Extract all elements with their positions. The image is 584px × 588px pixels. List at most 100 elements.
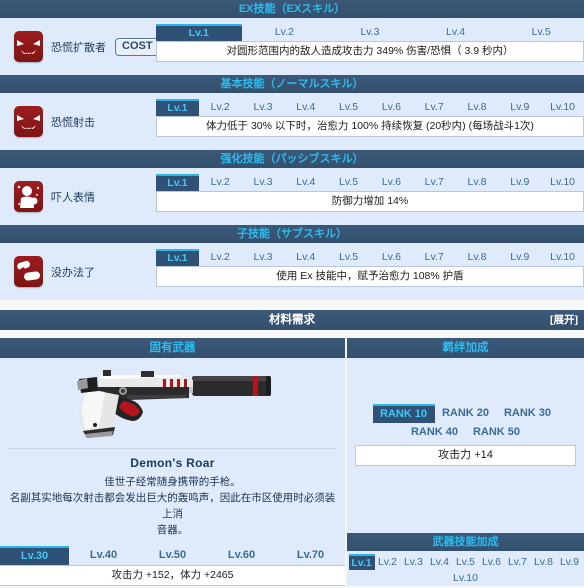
scary-face-girl-icon bbox=[17, 185, 40, 208]
weapon-divider bbox=[8, 448, 337, 449]
rank-tabs[interactable]: RANK 10 RANK 20 RANK 30 RANK 40 RANK 50 bbox=[347, 404, 584, 442]
weapon-level-tab[interactable]: Lv.60 bbox=[207, 546, 276, 565]
skill-level-tab[interactable]: Lv.1 bbox=[156, 174, 199, 191]
skill-level-tab[interactable]: Lv.6 bbox=[370, 249, 413, 266]
weapon-level-tabs[interactable]: Lv.30 Lv.40 Lv.50 Lv.60 Lv.70 bbox=[0, 546, 345, 565]
skill-level-tab[interactable]: Lv.7 bbox=[413, 174, 456, 191]
unique-weapon-body: Demon's Roar 佳世子经常随身携带的手枪。 名副其实地每次射击都会发出… bbox=[0, 358, 345, 586]
skill-level-block: Lv.1 Lv.2 Lv.3 Lv.4 Lv.5 Lv.6 Lv.7 Lv.8 Lv.9 Lv.1… bbox=[156, 99, 584, 137]
skill-level-tab[interactable]: Lv.5 bbox=[327, 249, 370, 266]
skill-level-tab[interactable]: Lv.9 bbox=[498, 249, 541, 266]
rank-section: RANK 10 RANK 20 RANK 30 RANK 40 RANK 50 攻击力 … bbox=[347, 358, 584, 466]
weapon-description-line-2: 名副其实地每次射击都会发出巨大的轰鸣声，因此在市区使用时必须装上消 bbox=[9, 492, 336, 520]
skill-row: 没办法了 Lv.1 Lv.2 Lv.3 Lv.4 Lv.5 Lv.6 Lv.7 Lv.8 Lv.9… bbox=[0, 243, 584, 300]
material-requirement-bar: 材料需求 [展开] bbox=[0, 310, 584, 330]
weapon-skill-level-tab[interactable]: Lv.9 bbox=[557, 554, 583, 570]
skill-level-tab[interactable]: Lv.10 bbox=[541, 249, 584, 266]
skill-level-tab[interactable]: Lv.1 bbox=[156, 24, 242, 41]
skill-level-tab[interactable]: Lv.5 bbox=[327, 174, 370, 191]
rank-tab[interactable]: RANK 20 bbox=[435, 404, 497, 423]
skill-level-tab[interactable]: Lv.9 bbox=[498, 99, 541, 116]
weapon-skill-level-tabs[interactable]: Lv.1 Lv.2 Lv.3 Lv.4 Lv.5 Lv.6 Lv.7 Lv.8 Lv.9 Lv.1… bbox=[347, 551, 584, 586]
skill-level-tab[interactable]: Lv.8 bbox=[456, 249, 499, 266]
skill-level-tab[interactable]: Lv.8 bbox=[456, 99, 499, 116]
skill-level-tab[interactable]: Lv.8 bbox=[456, 174, 499, 191]
skill-level-tab[interactable]: Lv.4 bbox=[413, 24, 499, 41]
skill-level-tab[interactable]: Lv.2 bbox=[199, 99, 242, 116]
skill-level-tab[interactable]: Lv.6 bbox=[370, 174, 413, 191]
weapon-level-tab[interactable]: Lv.40 bbox=[69, 546, 138, 565]
skill-name: 恐慌射击 bbox=[51, 116, 95, 129]
weapon-skill-level-tab[interactable]: Lv.7 bbox=[505, 554, 531, 570]
skill-row: 恐慌射击 Lv.1 Lv.2 Lv.3 Lv.4 Lv.5 Lv.6 Lv.7 Lv.8 Lv.9… bbox=[0, 93, 584, 150]
expand-toggle[interactable]: [展开] bbox=[550, 310, 578, 330]
weapon-level-strip: Lv.30 Lv.40 Lv.50 Lv.60 Lv.70 攻击力 +152，体力 +2… bbox=[0, 546, 345, 586]
skill-level-tab[interactable]: Lv.5 bbox=[498, 24, 584, 41]
skill-level-tab[interactable]: Lv.9 bbox=[498, 174, 541, 191]
weapon-level-tab[interactable]: Lv.50 bbox=[138, 546, 207, 565]
skill-level-tab[interactable]: Lv.7 bbox=[413, 249, 456, 266]
skill-level-tab[interactable]: Lv.4 bbox=[284, 174, 327, 191]
unique-weapon-column: 固有武器 Demon's Roar 佳世子经常随身携带的手枪。 名副其实地每次射… bbox=[0, 338, 345, 586]
weapon-level-tab[interactable]: Lv.30 bbox=[0, 546, 69, 565]
skill-section-2: 基本技能（ノーマルスキル） 恐慌射击 Lv.1 Lv.2 Lv.3 Lv.4 Lv.5 Lv… bbox=[0, 75, 584, 150]
weapon-skill-level-tab[interactable]: Lv.5 bbox=[453, 554, 479, 570]
skill-level-block: Lv.1 Lv.2 Lv.3 Lv.4 Lv.5 Lv.6 Lv.7 Lv.8 Lv.9 Lv.1… bbox=[156, 174, 584, 212]
weapon-skill-level-tab[interactable]: Lv.6 bbox=[479, 554, 505, 570]
rank-tab[interactable]: RANK 30 bbox=[497, 404, 559, 423]
skill-level-tab[interactable]: Lv.1 bbox=[156, 249, 199, 266]
weapon-bond-columns: 固有武器 Demon's Roar 佳世子经常随身携带的手枪。 名副其实地每次射… bbox=[0, 338, 584, 586]
section-gap-2 bbox=[0, 330, 584, 338]
skill-level-tab[interactable]: Lv.2 bbox=[242, 24, 328, 41]
demon-face-icon bbox=[17, 115, 40, 129]
unique-weapon-title: 固有武器 bbox=[0, 338, 345, 358]
skill-row: 恐慌扩散者 COST 6 Lv.1 Lv.2 Lv.3 Lv.4 Lv.5 对圆形范围内的敌人… bbox=[0, 18, 584, 75]
character-skill-page: EX技能（EXスキル） 恐慌扩散者 COST 6 Lv.1 Lv.2 Lv.3 Lv.4 L… bbox=[0, 0, 584, 588]
weapon-description-line-1: 佳世子经常随身携带的手枪。 bbox=[104, 476, 241, 488]
skill-level-tab[interactable]: Lv.3 bbox=[327, 24, 413, 41]
weapon-skill-section: 武器技能加成 Lv.1 Lv.2 Lv.3 Lv.4 Lv.5 Lv.6 Lv.7 Lv.8 L… bbox=[347, 533, 584, 586]
weapon-skill-level-tab[interactable]: Lv.2 bbox=[375, 554, 401, 570]
skill-level-tab[interactable]: Lv.5 bbox=[327, 99, 370, 116]
weapon-skill-level-tab[interactable]: Lv.3 bbox=[401, 554, 427, 570]
skill-level-tab[interactable]: Lv.10 bbox=[541, 174, 584, 191]
skill-description: 防御力增加 14% bbox=[156, 191, 584, 212]
skill-section-1: EX技能（EXスキル） 恐慌扩散者 COST 6 Lv.1 Lv.2 Lv.3 Lv.4 L… bbox=[0, 0, 584, 75]
skill-level-tabs[interactable]: Lv.1 Lv.2 Lv.3 Lv.4 Lv.5 Lv.6 Lv.7 Lv.8 Lv.9 Lv.1… bbox=[156, 249, 584, 266]
weapon-image bbox=[0, 358, 345, 448]
skill-level-tab[interactable]: Lv.1 bbox=[156, 99, 199, 116]
weapon-skill-level-tab[interactable]: Lv.10 bbox=[347, 570, 584, 586]
skill-name: 恐慌扩散者 bbox=[51, 41, 106, 54]
skill-level-tab[interactable]: Lv.10 bbox=[541, 99, 584, 116]
skill-level-tab[interactable]: Lv.2 bbox=[199, 249, 242, 266]
weapon-skill-title: 武器技能加成 bbox=[347, 533, 584, 551]
skill-description: 对圆形范围内的敌人造成攻击力 349% 伤害/恐惧（ 3.9 秒内） bbox=[156, 41, 584, 62]
bond-bonus-column: 羁绊加成 RANK 10 RANK 20 RANK 30 RANK 40 RANK 50… bbox=[345, 338, 584, 586]
rank-tab[interactable]: RANK 40 bbox=[404, 423, 466, 442]
skill-level-tab[interactable]: Lv.3 bbox=[242, 99, 285, 116]
material-requirement-title: 材料需求 bbox=[269, 314, 315, 326]
skill-section-header: 基本技能（ノーマルスキル） bbox=[0, 75, 584, 93]
weapon-skill-level-tab[interactable]: Lv.1 bbox=[348, 554, 375, 570]
skill-name: 没办法了 bbox=[51, 266, 95, 279]
weapon-skill-level-tab[interactable]: Lv.8 bbox=[531, 554, 557, 570]
skill-level-tab[interactable]: Lv.7 bbox=[413, 99, 456, 116]
weapon-level-tab[interactable]: Lv.70 bbox=[276, 546, 345, 565]
rank-tab[interactable]: RANK 10 bbox=[372, 404, 435, 423]
skill-level-tab[interactable]: Lv.6 bbox=[370, 99, 413, 116]
skill-level-tab[interactable]: Lv.4 bbox=[284, 249, 327, 266]
weapon-stats: 攻击力 +152，体力 +2465 bbox=[0, 565, 345, 586]
skill-level-tab[interactable]: Lv.3 bbox=[242, 174, 285, 191]
skill-name: 吓人表情 bbox=[51, 191, 95, 204]
rank-tab[interactable]: RANK 50 bbox=[466, 423, 528, 442]
skill-level-tabs[interactable]: Lv.1 Lv.2 Lv.3 Lv.4 Lv.5 bbox=[156, 24, 584, 41]
bond-bonus-title: 羁绊加成 bbox=[347, 338, 584, 358]
skill-level-block: Lv.1 Lv.2 Lv.3 Lv.4 Lv.5 Lv.6 Lv.7 Lv.8 Lv.9 Lv.1… bbox=[156, 249, 584, 287]
skill-level-tab[interactable]: Lv.4 bbox=[284, 99, 327, 116]
skill-section-header: 强化技能（パッシブスキル） bbox=[0, 150, 584, 168]
skill-level-tab[interactable]: Lv.2 bbox=[199, 174, 242, 191]
skill-level-tabs[interactable]: Lv.1 Lv.2 Lv.3 Lv.4 Lv.5 Lv.6 Lv.7 Lv.8 Lv.9 Lv.1… bbox=[156, 174, 584, 191]
skill-level-tabs[interactable]: Lv.1 Lv.2 Lv.3 Lv.4 Lv.5 Lv.6 Lv.7 Lv.8 Lv.9 Lv.1… bbox=[156, 99, 584, 116]
skill-level-tab[interactable]: Lv.3 bbox=[242, 249, 285, 266]
weapon-skill-level-tab[interactable]: Lv.4 bbox=[427, 554, 453, 570]
